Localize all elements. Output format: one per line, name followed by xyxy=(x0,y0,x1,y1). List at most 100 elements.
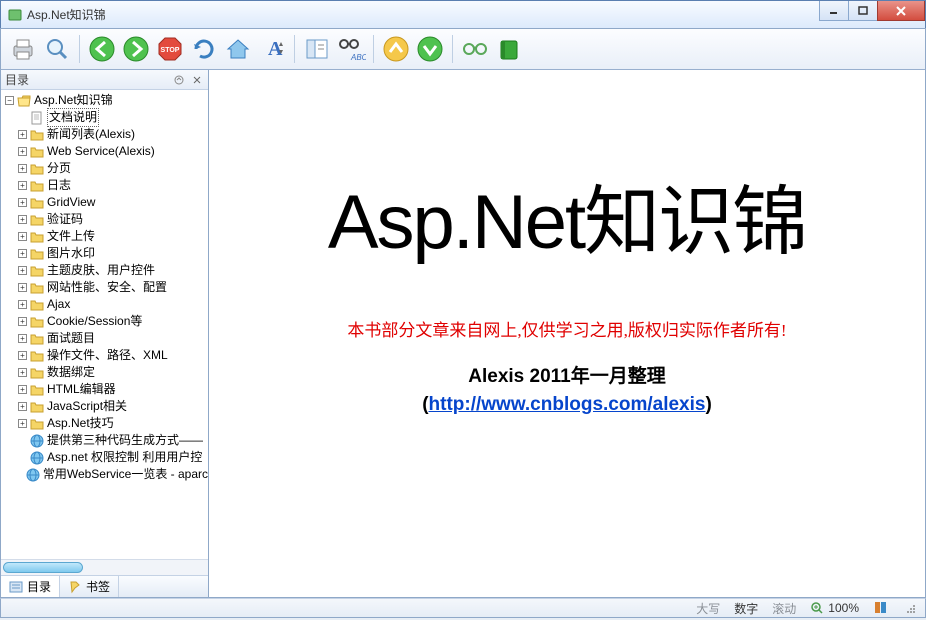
expand-icon[interactable]: + xyxy=(18,198,27,207)
sidebar-tabs: 目录 书签 xyxy=(1,575,208,597)
stop-button[interactable]: STOP xyxy=(154,33,186,65)
horizontal-scrollbar[interactable] xyxy=(1,559,208,575)
folder-icon xyxy=(30,128,44,142)
scroll-down-button[interactable] xyxy=(414,33,446,65)
folder-icon xyxy=(30,349,44,363)
expand-icon[interactable]: + xyxy=(18,249,27,258)
window-title: Asp.Net知识锦 xyxy=(27,6,106,23)
tree-item[interactable]: +日志 xyxy=(1,177,208,194)
expand-icon[interactable]: + xyxy=(18,334,27,343)
sidebar: 目录 −Asp.Net知识锦文档说明 + 新闻列表(Alexis) + Web Serv… xyxy=(1,70,209,597)
font-button[interactable]: A xyxy=(256,33,288,65)
status-caps: 大写 xyxy=(696,600,720,617)
app-icon xyxy=(7,7,23,23)
preview-button[interactable] xyxy=(41,33,73,65)
tree-view[interactable]: −Asp.Net知识锦文档说明 + 新闻列表(Alexis) + Web Service… xyxy=(1,90,208,559)
expand-icon[interactable]: + xyxy=(18,130,27,139)
expand-icon[interactable]: + xyxy=(18,317,27,326)
tree-item[interactable]: + 分页 xyxy=(1,160,208,177)
expand-icon[interactable]: + xyxy=(18,351,27,360)
tree-item[interactable]: + 网站性能、安全、配置 xyxy=(1,279,208,296)
folder-icon xyxy=(30,145,44,159)
sidebar-header: 目录 xyxy=(1,70,208,90)
expand-icon[interactable]: + xyxy=(18,232,27,241)
print-button[interactable] xyxy=(7,33,39,65)
page-icon xyxy=(30,111,44,125)
tree-item[interactable]: 提供第三种代码生成方式—— xyxy=(1,432,208,449)
tree-item-label: 网站性能、安全、配置 xyxy=(47,279,167,296)
tab-bookmark-label: 书签 xyxy=(86,578,110,595)
toolbar-separator xyxy=(373,35,374,63)
tree-item[interactable]: +Asp.Net技巧 xyxy=(1,415,208,432)
expand-icon[interactable]: + xyxy=(18,215,27,224)
content-link-line: (http://www.cnblogs.com/alexis) xyxy=(422,394,712,416)
window-buttons xyxy=(820,1,925,21)
find-button[interactable]: ABC xyxy=(335,33,367,65)
forward-button[interactable] xyxy=(120,33,152,65)
sidebar-collapse-button[interactable] xyxy=(172,73,186,87)
folder-icon xyxy=(30,162,44,176)
expand-icon[interactable]: + xyxy=(18,402,27,411)
tree-item[interactable]: +数据绑定 xyxy=(1,364,208,381)
expand-icon[interactable]: + xyxy=(18,368,27,377)
tree-item-label: 操作文件、路径、XML xyxy=(47,347,168,364)
status-scroll: 滚动 xyxy=(772,600,796,617)
tree-item[interactable]: +面试题目 xyxy=(1,330,208,347)
tree-item-label: 验证码 xyxy=(47,211,83,228)
tree-item-label: 文档说明 xyxy=(47,108,99,127)
tree-item[interactable]: + 新闻列表(Alexis) xyxy=(1,126,208,143)
toc-toggle-button[interactable] xyxy=(301,33,333,65)
book-button[interactable] xyxy=(493,33,525,65)
tree-item[interactable]: + Web Service(Alexis) xyxy=(1,143,208,160)
status-zoom[interactable]: 100% xyxy=(810,601,859,615)
folder-icon xyxy=(30,213,44,227)
home-button[interactable] xyxy=(222,33,254,65)
tree-item[interactable]: +HTML编辑器 xyxy=(1,381,208,398)
expand-icon[interactable]: + xyxy=(18,164,27,173)
tree-item[interactable]: + 操作文件、路径、XML xyxy=(1,347,208,364)
expand-icon[interactable]: + xyxy=(18,181,27,190)
maximize-button[interactable] xyxy=(848,1,878,21)
content-pane: Asp.Net知识锦 本书部分文章来自网上,仅供学习之用,版权归实际作者所有! … xyxy=(209,70,925,597)
expand-icon[interactable]: + xyxy=(18,283,27,292)
tree-item[interactable]: 常用WebService一览表 - aparc xyxy=(1,466,208,483)
minimize-button[interactable] xyxy=(819,1,849,21)
tab-toc[interactable]: 目录 xyxy=(1,576,60,597)
tree-item[interactable]: +文件上传 xyxy=(1,228,208,245)
tree-item[interactable]: +JavaScript相关 xyxy=(1,398,208,415)
expand-icon[interactable]: + xyxy=(18,300,27,309)
tree-item[interactable]: +GridView xyxy=(1,194,208,211)
tree-item[interactable]: +Ajax xyxy=(1,296,208,313)
close-button[interactable] xyxy=(877,1,925,21)
scroll-up-button[interactable] xyxy=(380,33,412,65)
scrollbar-thumb[interactable] xyxy=(3,562,83,573)
tree-item-label: 提供第三种代码生成方式—— xyxy=(47,432,203,449)
expand-icon[interactable]: + xyxy=(18,385,27,394)
status-book-icon[interactable] xyxy=(873,599,889,618)
tree-item[interactable]: +Cookie/Session等 xyxy=(1,313,208,330)
tree-item-label: 分页 xyxy=(47,160,71,177)
content-link[interactable]: http://www.cnblogs.com/alexis xyxy=(429,394,706,415)
tree-item-label: 新闻列表(Alexis) xyxy=(47,126,135,143)
back-button[interactable] xyxy=(86,33,118,65)
tab-bookmark[interactable]: 书签 xyxy=(60,576,119,597)
tree-item-label: 主题皮肤、用户控件 xyxy=(47,262,155,279)
tree-item[interactable]: 文档说明 xyxy=(1,109,208,126)
resize-grip[interactable] xyxy=(903,601,917,615)
tree-item[interactable]: −Asp.Net知识锦 xyxy=(1,92,208,109)
svg-text:STOP: STOP xyxy=(161,47,180,54)
svg-text:ABC: ABC xyxy=(350,53,366,62)
tree-spacer xyxy=(18,113,27,122)
expand-icon[interactable]: + xyxy=(18,266,27,275)
expand-icon[interactable]: + xyxy=(18,147,27,156)
collapse-icon[interactable]: − xyxy=(5,96,14,105)
tree-item[interactable]: + 主题皮肤、用户控件 xyxy=(1,262,208,279)
refresh-button[interactable] xyxy=(188,33,220,65)
tree-item[interactable]: Asp.net 权限控制 利用用户控 xyxy=(1,449,208,466)
sidebar-close-button[interactable] xyxy=(190,73,204,87)
glasses-button[interactable] xyxy=(459,33,491,65)
expand-icon[interactable]: + xyxy=(18,419,27,428)
tree-item[interactable]: + 验证码 xyxy=(1,211,208,228)
tree-item[interactable]: +图片水印 xyxy=(1,245,208,262)
tree-item-label: Web Service(Alexis) xyxy=(47,143,155,160)
